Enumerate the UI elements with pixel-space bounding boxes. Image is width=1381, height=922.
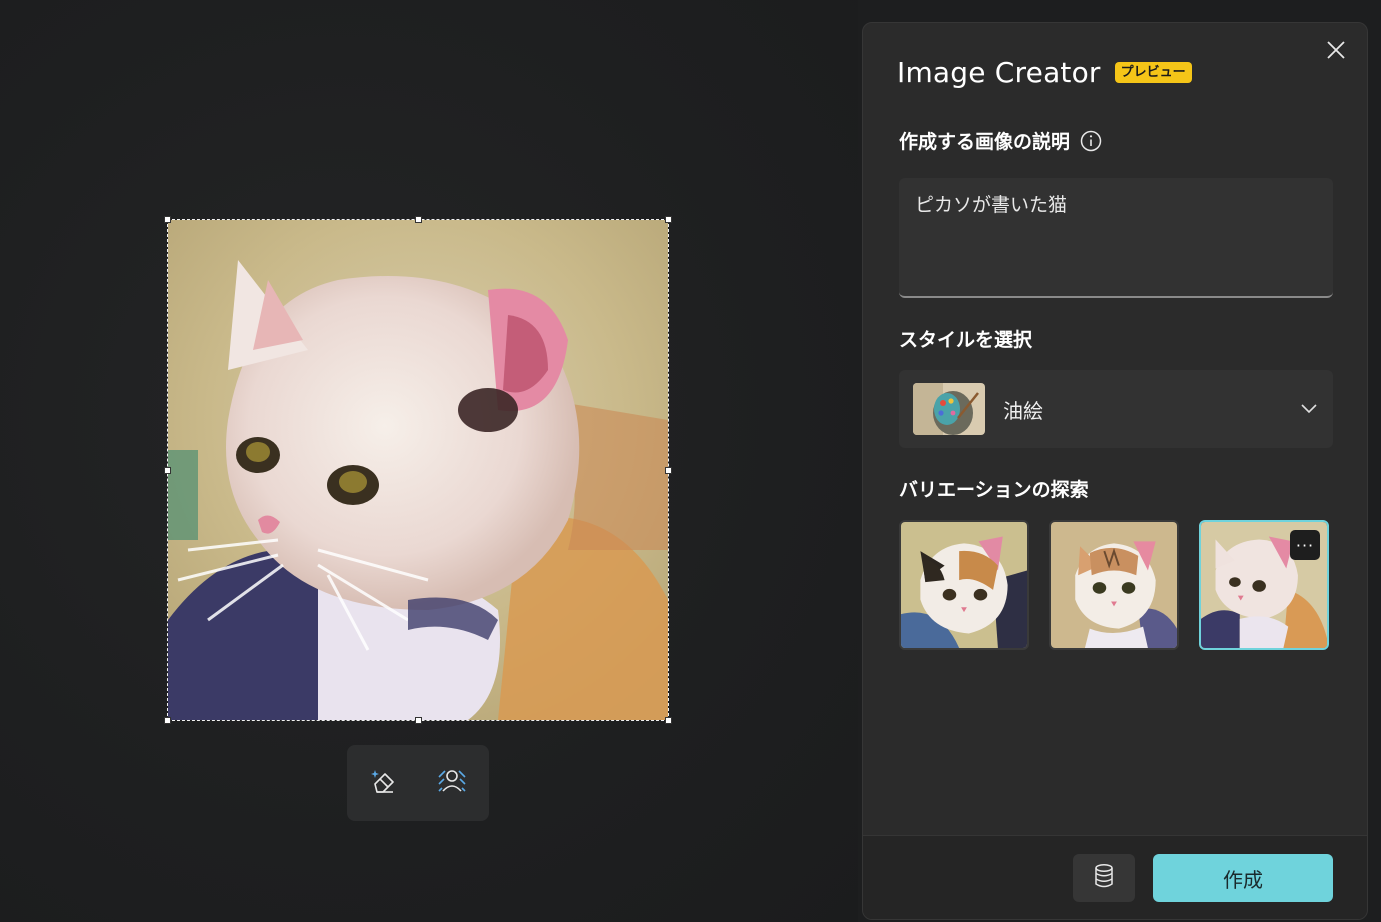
canvas-toolbar [347, 745, 489, 821]
magic-eraser-icon [369, 766, 399, 800]
credits-button[interactable] [1073, 854, 1135, 902]
close-button[interactable] [1323, 39, 1349, 65]
style-dropdown[interactable]: 油絵 [899, 370, 1333, 448]
description-label: 作成する画像の説明 [899, 131, 1071, 153]
coins-icon [1093, 863, 1115, 893]
create-button[interactable]: 作成 [1153, 854, 1333, 902]
info-icon[interactable] [1080, 130, 1102, 152]
style-thumbnail [913, 383, 985, 435]
variations-list: ··· [899, 520, 1329, 650]
chevron-down-icon [1299, 399, 1319, 419]
resize-handle-top-left[interactable] [164, 216, 171, 223]
resize-handle-top-right[interactable] [665, 216, 672, 223]
resize-handle-top[interactable] [415, 216, 422, 223]
close-icon [1327, 41, 1345, 63]
variation-thumbnail-1[interactable] [899, 520, 1029, 650]
prompt-input[interactable]: ピカソが書いた猫 [899, 178, 1333, 298]
resize-handle-right[interactable] [665, 467, 672, 474]
preview-badge: プレビュー [1114, 62, 1192, 83]
style-label: スタイルを選択 [899, 329, 1033, 351]
background-remove-icon [436, 765, 468, 801]
resize-handle-left[interactable] [164, 467, 171, 474]
remove-background-button[interactable] [432, 763, 472, 803]
resize-handle-bottom[interactable] [415, 717, 422, 724]
style-selected-value: 油絵 [1003, 398, 1043, 423]
more-options-button[interactable]: ··· [1290, 530, 1320, 560]
magic-eraser-button[interactable] [364, 763, 404, 803]
variation-thumbnail-3[interactable]: ··· [1199, 520, 1329, 650]
panel-footer: 作成 [863, 835, 1367, 919]
panel-header: Image Creator プレビュー [897, 56, 1192, 89]
resize-handle-bottom-right[interactable] [665, 717, 672, 724]
prompt-text: ピカソが書いた猫 [915, 194, 1068, 216]
description-label-row: 作成する画像の説明 [899, 127, 1102, 154]
variations-label: バリエーションの探索 [899, 479, 1089, 501]
canvas-area [0, 0, 858, 922]
resize-handle-bottom-left[interactable] [164, 717, 171, 724]
image-creator-panel: Image Creator プレビュー 作成する画像の説明 ピカソが書いた猫 ス… [862, 22, 1368, 920]
image-selection[interactable] [164, 216, 672, 724]
variation-thumbnail-2[interactable] [1049, 520, 1179, 650]
generated-image [168, 220, 668, 720]
panel-title: Image Creator [897, 56, 1101, 89]
